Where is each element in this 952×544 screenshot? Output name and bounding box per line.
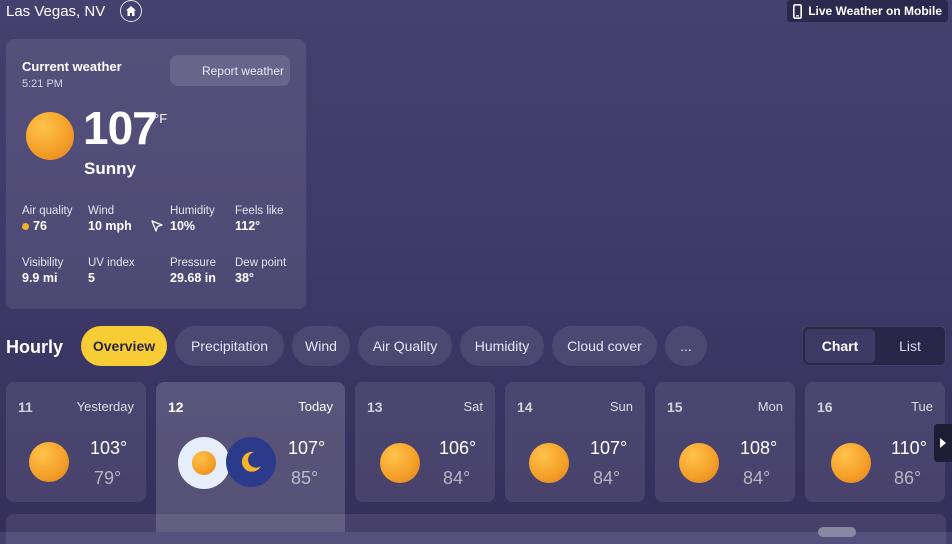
stat-label: Air quality [22, 205, 73, 217]
day-low: 85° [291, 468, 319, 488]
air-quality-dot-icon [22, 222, 29, 230]
day-number: 14 [517, 399, 533, 415]
tab-wind[interactable]: Wind [292, 326, 350, 366]
stat-value: 112° [235, 219, 261, 233]
home-icon [126, 6, 136, 16]
day-high: 108° [740, 438, 778, 458]
panel-toggle[interactable] [818, 527, 856, 537]
sun-icon [380, 443, 420, 483]
phone-icon [793, 3, 803, 19]
sun-icon [529, 443, 569, 483]
day-low: 79° [94, 468, 122, 488]
current-weather-title: Current weather [22, 59, 122, 74]
stat-label: Humidity [170, 205, 215, 217]
scroll-right-button[interactable] [934, 424, 952, 462]
sun-icon [26, 112, 74, 160]
stat-value: 10 mph [88, 219, 132, 233]
tab-overview[interactable]: Overview [81, 326, 167, 366]
stat-dew-point[interactable]: Dew point 38° [235, 257, 286, 285]
day-high: 110° [891, 438, 927, 458]
live-weather-mobile-button[interactable]: Live Weather on Mobile [787, 0, 948, 22]
day-high: 107° [590, 438, 628, 458]
day-number: 16 [817, 399, 833, 415]
report-weather-button[interactable]: Report weather [170, 55, 290, 86]
stat-value: 29.68 in [170, 271, 216, 285]
live-weather-mobile-label: Live Weather on Mobile [808, 4, 942, 18]
sun-icon [29, 442, 69, 482]
tab-precipitation[interactable]: Precipitation [175, 326, 284, 366]
day-name: Sun [609, 399, 633, 414]
temperature-unit[interactable]: °F [154, 111, 167, 126]
chevron-right-icon [940, 438, 946, 448]
home-button[interactable] [120, 0, 142, 22]
stat-value: 76 [33, 219, 47, 233]
location-title: Las Vegas, NV [6, 3, 106, 20]
day-high: 107° [288, 438, 326, 458]
day-number: 15 [667, 399, 683, 415]
day-high: 103° [90, 438, 128, 458]
stat-label: Wind [88, 205, 115, 217]
wind-direction-arrow-icon [151, 220, 163, 232]
stat-label: Visibility [22, 257, 64, 269]
day-high: 106° [439, 438, 477, 458]
stat-uv-index[interactable]: UV index 5 [88, 257, 135, 285]
day-name: Today [298, 399, 333, 414]
view-toggle: Chart List [802, 326, 946, 366]
hourly-heading: Hourly [6, 337, 64, 357]
stat-wind[interactable]: Wind 10 mph [88, 205, 164, 233]
stat-humidity[interactable]: Humidity 10% [170, 205, 215, 233]
day-low: 86° [894, 468, 922, 488]
day-name: Tue [911, 399, 933, 414]
stat-label: Feels like [235, 205, 284, 217]
night-moon-icon [226, 437, 276, 487]
tab-cloud-cover[interactable]: Cloud cover [552, 326, 657, 366]
stat-value: 9.9 mi [22, 271, 58, 285]
current-weather-card: Current weather 5:21 PM Report weather 1… [6, 39, 306, 309]
stat-label: Pressure [170, 257, 217, 269]
day-number: 11 [18, 399, 33, 415]
day-card-yesterday[interactable]: 11 Yesterday 103° 79° [6, 382, 146, 502]
sun-icon [679, 443, 719, 483]
stat-air-quality[interactable]: Air quality 76 [22, 205, 73, 233]
current-temperature: 107 [83, 102, 158, 154]
sun-icon [831, 443, 871, 483]
stat-value: 10% [170, 219, 196, 233]
stat-label: Dew point [235, 257, 287, 269]
tab-air-quality[interactable]: Air Quality [358, 326, 452, 366]
stat-label: UV index [88, 257, 135, 269]
day-name: Yesterday [76, 399, 134, 414]
stat-feels-like[interactable]: Feels like 112° [235, 205, 284, 233]
day-sun-icon [178, 437, 230, 489]
stat-visibility[interactable]: Visibility 9.9 mi [22, 257, 63, 285]
stat-value: 5 [88, 271, 95, 285]
day-card-tue[interactable]: 16 Tue 110° 86° [805, 382, 945, 502]
current-weather-time: 5:21 PM [22, 78, 63, 90]
stat-pressure[interactable]: Pressure 29.68 in [170, 257, 216, 285]
day-card-today[interactable]: 12 Today 107° 85° [156, 382, 345, 532]
tab-humidity[interactable]: Humidity [460, 326, 544, 366]
day-number: 12 [168, 399, 184, 415]
current-condition: Sunny [84, 159, 136, 178]
more-tabs-button[interactable]: ... [665, 326, 707, 366]
day-card-sun[interactable]: 14 Sun 107° 84° [505, 382, 645, 502]
view-list-button[interactable]: List [877, 329, 943, 363]
day-number: 13 [367, 399, 383, 415]
day-low: 84° [443, 468, 471, 488]
view-chart-button[interactable]: Chart [805, 329, 875, 363]
stat-value: 38° [235, 271, 254, 285]
day-name: Mon [757, 399, 783, 414]
day-card-mon[interactable]: 15 Mon 108° 84° [655, 382, 795, 502]
day-low: 84° [593, 468, 621, 488]
hourly-chart-panel [6, 514, 946, 544]
day-card-sat[interactable]: 13 Sat 106° 84° [355, 382, 495, 502]
day-low: 84° [743, 468, 771, 488]
day-name: Sat [463, 399, 483, 414]
